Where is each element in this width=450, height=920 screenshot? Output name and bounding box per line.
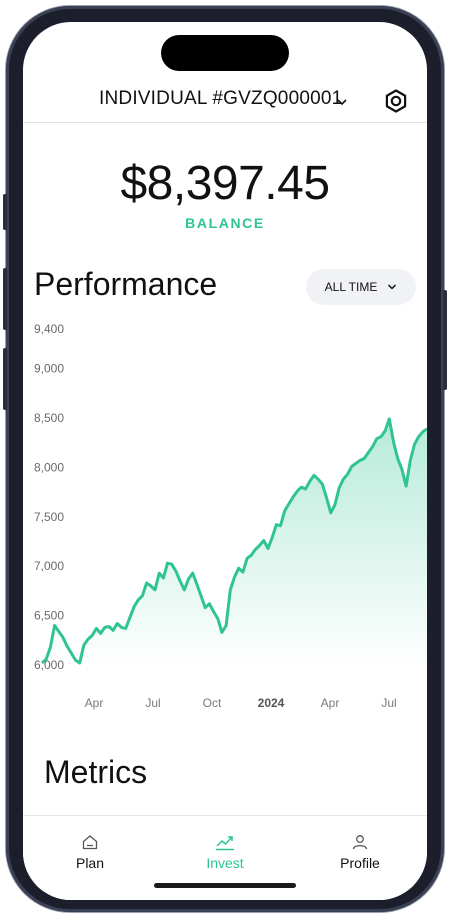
x-tick-label: Apr [321, 696, 340, 710]
y-tick-label: 6,500 [34, 609, 64, 623]
x-tick-label: Apr [85, 696, 104, 710]
y-tick-label: 6,000 [34, 658, 64, 672]
chart-icon [216, 836, 234, 851]
volume-down-button [3, 348, 7, 410]
y-tick-label: 7,000 [34, 559, 64, 573]
chart-area-fill [42, 418, 427, 667]
tab-label-invest: Invest [206, 855, 244, 871]
volume-up-button [3, 268, 7, 330]
performance-chart[interactable]: 9,400 9,000 8,500 8,000 7,500 7,000 6,500 6,000… [23, 22, 427, 742]
action-button [3, 194, 7, 230]
metrics-title: Metrics [44, 754, 148, 790]
tab-invest[interactable]: Invest [158, 816, 292, 886]
x-tick-label: Jul [145, 696, 160, 710]
x-tick-label: Oct [203, 696, 222, 710]
tab-label-profile: Profile [340, 855, 380, 871]
x-tick-label: Jul [381, 696, 396, 710]
y-tick-label: 9,000 [34, 362, 64, 376]
tab-profile[interactable]: Profile [293, 816, 427, 886]
home-indicator [154, 883, 296, 888]
user-icon [352, 835, 368, 850]
tab-label-plan: Plan [75, 855, 105, 871]
power-button [443, 290, 447, 390]
tab-plan[interactable]: Plan [23, 816, 157, 886]
x-tick-label: 2024 [258, 696, 285, 710]
y-tick-label: 9,400 [34, 322, 64, 336]
app-screen: INDIVIDUAL #GVZQ000001 $8,397.45 BALANCE… [23, 22, 427, 900]
y-tick-label: 7,500 [34, 510, 64, 524]
y-tick-label: 8,500 [34, 411, 64, 425]
y-tick-label: 8,000 [34, 460, 64, 474]
home-icon [82, 835, 98, 850]
